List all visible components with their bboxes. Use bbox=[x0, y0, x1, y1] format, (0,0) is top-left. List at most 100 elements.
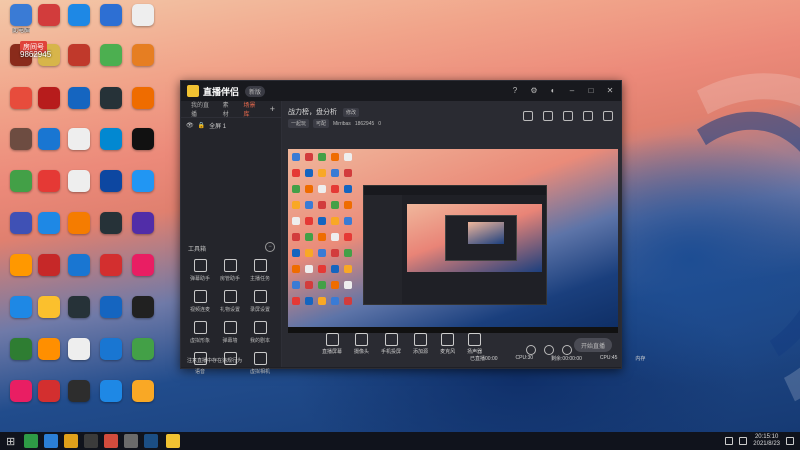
steam2-taskbar-icon[interactable] bbox=[144, 434, 158, 448]
lock-icon[interactable] bbox=[543, 111, 553, 121]
bell-icon[interactable] bbox=[583, 111, 593, 121]
tool-item[interactable]: 主播任务 bbox=[245, 259, 275, 282]
close-icon[interactable]: ✕ bbox=[605, 85, 615, 95]
category-chip[interactable]: 一起玩 bbox=[288, 119, 310, 128]
source-action-button[interactable]: 麦克风 bbox=[440, 333, 455, 355]
tool-label: 虚拟相机 bbox=[249, 369, 270, 375]
record-icon[interactable] bbox=[544, 345, 554, 355]
app27-icon bbox=[38, 212, 60, 234]
source-actions: 直播屏幕 摄像头 手机投屏 添加源 麦克风 扬声器 bbox=[322, 333, 482, 355]
settings-icon[interactable] bbox=[562, 345, 572, 355]
nested-preview bbox=[407, 204, 542, 272]
app40-icon bbox=[132, 296, 154, 318]
start-menu-icon[interactable]: ⊞ bbox=[6, 435, 18, 448]
tab-scene-library[interactable]: 场景库 bbox=[243, 100, 259, 118]
tool-item[interactable]: 我的剧本 bbox=[245, 321, 275, 344]
preview-desktop-icon bbox=[318, 265, 326, 273]
maximize-icon[interactable]: □ bbox=[586, 85, 596, 95]
live-companion-taskbar-icon[interactable] bbox=[166, 434, 180, 448]
preview-desktop-icon bbox=[305, 281, 313, 289]
source-action-button[interactable]: 手机投屏 bbox=[381, 333, 401, 355]
desktop-icon-app15[interactable] bbox=[124, 87, 162, 111]
chat-icon[interactable] bbox=[563, 111, 573, 121]
preview-desktop-icon bbox=[344, 201, 352, 209]
tool-item[interactable]: 弹幕助手 bbox=[185, 259, 215, 282]
desktop-icon-app20[interactable] bbox=[124, 128, 162, 152]
tool-item[interactable]: 虚拟相机 bbox=[245, 352, 275, 375]
visibility-icon[interactable]: 👁 bbox=[186, 122, 194, 129]
toolbox-title: 工具箱 bbox=[188, 247, 207, 253]
source-action-button[interactable]: 添加源 bbox=[413, 333, 428, 355]
tool-label: 弹幕墙 bbox=[222, 338, 238, 344]
app15-icon bbox=[132, 87, 154, 109]
source-action-button[interactable]: 扬声器 bbox=[467, 333, 482, 355]
wechat-taskbar-icon[interactable] bbox=[24, 434, 38, 448]
start-live-button[interactable]: 开始直播 bbox=[574, 338, 612, 352]
share-icon[interactable] bbox=[603, 111, 613, 121]
desktop-icon-app50[interactable] bbox=[124, 380, 162, 404]
desktop-icon-app25[interactable] bbox=[124, 170, 162, 194]
tool-item[interactable]: 虚拟形象 bbox=[185, 321, 215, 344]
tool-label: 弹幕助手 bbox=[189, 276, 210, 282]
source-action-label: 扬声器 bbox=[467, 349, 483, 355]
desktop-icon-app35[interactable] bbox=[124, 254, 162, 278]
tool-item[interactable]: 礼物设置 bbox=[215, 290, 245, 313]
toolbox-collapse-icon[interactable]: − bbox=[265, 242, 275, 252]
desktop-icon-app10[interactable] bbox=[124, 44, 162, 68]
volume-icon[interactable] bbox=[739, 437, 748, 445]
minimize-icon[interactable]: – bbox=[567, 85, 577, 95]
desktop-icon-app40[interactable] bbox=[124, 296, 162, 320]
tool-label: 我的剧本 bbox=[249, 338, 270, 344]
likes-count: 0 bbox=[378, 120, 382, 127]
preview-desktop-icon bbox=[292, 169, 300, 177]
notification-icon[interactable] bbox=[786, 437, 794, 445]
scene-item[interactable]: 👁 🔒 全屏 1 bbox=[181, 118, 281, 132]
app22-icon bbox=[38, 170, 60, 192]
edit-title-button[interactable]: 修改 bbox=[343, 107, 360, 117]
app21-icon bbox=[10, 170, 32, 192]
tool-item[interactable]: 视频连麦 bbox=[185, 290, 215, 313]
settings-icon[interactable]: ⚙ bbox=[529, 85, 539, 95]
add-scene-icon[interactable]: + bbox=[270, 104, 275, 114]
source-action-button[interactable]: 摄像头 bbox=[354, 333, 369, 355]
skin-icon[interactable]: ◐ bbox=[548, 85, 558, 95]
room-number: 1862945 bbox=[354, 120, 375, 127]
live-preview[interactable] bbox=[288, 149, 618, 327]
tool-icon bbox=[193, 259, 207, 272]
camera-icon[interactable] bbox=[526, 345, 536, 355]
tool-item[interactable]: 录屏设置 bbox=[245, 290, 275, 313]
network-icon[interactable] bbox=[725, 437, 734, 445]
source-action-button[interactable]: 直播屏幕 bbox=[322, 333, 342, 355]
tool-item[interactable]: 房管助手 bbox=[215, 259, 245, 282]
source-action-icon bbox=[414, 333, 428, 346]
app31-icon bbox=[10, 254, 32, 276]
option-chip[interactable]: 可配 bbox=[313, 119, 330, 128]
folder-taskbar-icon[interactable] bbox=[64, 434, 78, 448]
help-icon[interactable]: ? bbox=[510, 85, 520, 95]
tab-materials[interactable]: 素材 bbox=[223, 100, 234, 118]
nested-left-panel bbox=[364, 195, 402, 304]
gift-icon[interactable] bbox=[523, 111, 533, 121]
lock-icon[interactable]: 🔒 bbox=[198, 122, 205, 129]
tool-icon bbox=[253, 321, 267, 334]
desktop-icon-file[interactable] bbox=[124, 4, 162, 28]
tool-item[interactable]: 弹幕墙 bbox=[215, 321, 245, 344]
preview-desktop-icon bbox=[318, 201, 326, 209]
version-badge[interactable]: 新版 bbox=[245, 85, 266, 97]
preview-desktop-icon bbox=[331, 169, 339, 177]
steam-taskbar-icon[interactable] bbox=[124, 434, 138, 448]
clock-date: 2021/8/23 bbox=[753, 441, 780, 447]
app-title: 直播伴侣 bbox=[203, 86, 240, 97]
edge-taskbar-icon[interactable] bbox=[44, 434, 58, 448]
desktop-icon-app45[interactable] bbox=[124, 338, 162, 362]
desktop-icon-app30[interactable] bbox=[124, 212, 162, 236]
tab-my-live[interactable]: 我的直播 bbox=[191, 100, 213, 118]
preview-nested-window bbox=[363, 185, 547, 305]
status-bar: 已直播00:00 CPU:30 剩余:00:00:00 CPU:45 内存 bbox=[470, 355, 645, 362]
preview-desktop-icon bbox=[305, 297, 313, 305]
app-taskbar-icon[interactable] bbox=[84, 434, 98, 448]
source-action-label: 添加源 bbox=[413, 349, 429, 355]
tool-icon bbox=[223, 290, 237, 303]
game-taskbar-icon[interactable] bbox=[104, 434, 118, 448]
clock[interactable]: 20:15:10 2021/8/23 bbox=[753, 434, 780, 448]
